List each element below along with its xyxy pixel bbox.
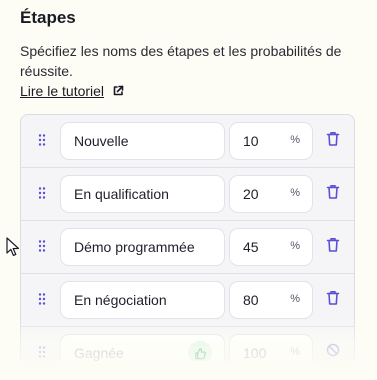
drag-handle-icon[interactable] bbox=[37, 292, 47, 306]
drag-handle-icon[interactable] bbox=[37, 345, 47, 359]
trash-icon[interactable] bbox=[326, 184, 340, 200]
stage-row: Nouvelle 10 % bbox=[21, 115, 354, 168]
tutorial-link[interactable]: Lire le tutoriel bbox=[20, 83, 124, 99]
stage-name-input[interactable]: Gagnée bbox=[60, 334, 225, 361]
stage-row: Démo programmée 45 % bbox=[21, 221, 354, 274]
mouse-cursor-icon bbox=[6, 237, 20, 257]
thumbs-up-icon bbox=[188, 341, 212, 361]
stage-row-won: Gagnée 100 % bbox=[21, 327, 354, 361]
trash-icon[interactable] bbox=[326, 131, 340, 147]
percent-suffix: % bbox=[290, 346, 300, 358]
stage-probability-input[interactable]: 80 % bbox=[229, 281, 313, 319]
trash-icon[interactable] bbox=[326, 290, 340, 306]
probability-value: 10 bbox=[243, 133, 259, 149]
drag-handle-icon[interactable] bbox=[37, 133, 47, 147]
stage-name-input[interactable]: Nouvelle bbox=[60, 122, 225, 160]
stage-name-value: Gagnée bbox=[74, 345, 124, 361]
external-link-icon bbox=[112, 85, 124, 97]
probability-value: 45 bbox=[243, 239, 259, 255]
stage-name-input[interactable]: En négociation bbox=[60, 281, 225, 319]
stage-row: En qualification 20 % bbox=[21, 168, 354, 221]
stage-probability-input[interactable]: 20 % bbox=[229, 175, 313, 213]
section-title: Étapes bbox=[20, 8, 76, 27]
trash-icon[interactable] bbox=[326, 237, 340, 253]
tutorial-link-label: Lire le tutoriel bbox=[20, 83, 105, 99]
probability-value: 80 bbox=[243, 292, 259, 308]
percent-suffix: % bbox=[290, 187, 300, 199]
percent-suffix: % bbox=[290, 134, 300, 146]
drag-handle-icon[interactable] bbox=[37, 186, 47, 200]
probability-value: 20 bbox=[243, 186, 259, 202]
stages-settings-panel: Étapes Spécifiez les noms des étapes et … bbox=[0, 0, 377, 380]
percent-suffix: % bbox=[290, 293, 300, 305]
stages-list: Nouvelle 10 % En qualification 20 % Démo… bbox=[20, 114, 355, 361]
stage-row: En négociation 80 % bbox=[21, 274, 354, 327]
ban-icon bbox=[326, 343, 340, 357]
probability-value: 100 bbox=[243, 345, 267, 361]
stage-probability-input[interactable]: 45 % bbox=[229, 228, 313, 266]
stage-probability-input: 100 % bbox=[229, 334, 313, 361]
drag-handle-icon[interactable] bbox=[37, 239, 47, 253]
percent-suffix: % bbox=[290, 240, 300, 252]
stage-name-input[interactable]: En qualification bbox=[60, 175, 225, 213]
stage-name-input[interactable]: Démo programmée bbox=[60, 228, 225, 266]
section-description: Spécifiez les noms des étapes et les pro… bbox=[20, 43, 342, 79]
stage-probability-input[interactable]: 10 % bbox=[229, 122, 313, 160]
